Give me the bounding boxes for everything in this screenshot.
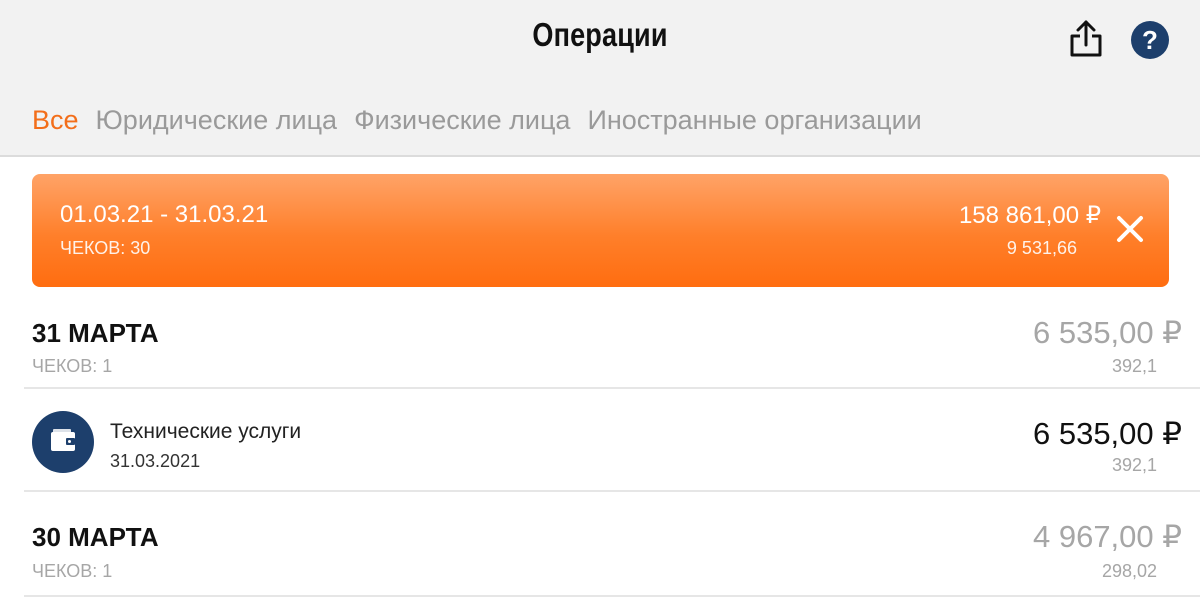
operation-date: 31.03.2021	[110, 451, 201, 471]
close-icon[interactable]	[1113, 212, 1147, 246]
period-receipt-count: ЧЕКОВ: 30	[60, 238, 151, 258]
day-total-sum: 4 967,00 ₽	[1032, 519, 1182, 554]
filter-tabs: Все Юридические лица Физические лица Ино…	[32, 105, 939, 141]
day-receipt-count: ЧЕКОВ: 1	[32, 356, 113, 376]
period-tax-sum: 9 531,66	[1006, 238, 1077, 258]
operation-tax-sum: 392,1	[1111, 455, 1157, 475]
help-icon[interactable]: ?	[1131, 21, 1169, 59]
day-total-sum: 6 535,00 ₽	[1032, 315, 1182, 350]
operation-sum: 6 535,00 ₽	[1032, 416, 1182, 451]
page-title: Операции	[532, 16, 668, 53]
day-group-header[interactable]: 31 МАРТА ЧЕКОВ: 1 6 535,00 ₽ 392,1	[32, 310, 1182, 388]
day-group-header[interactable]: 30 МАРТА ЧЕКОВ: 1 4 967,00 ₽ 298,02	[32, 513, 1182, 591]
period-dates: 01.03.21 - 31.03.21	[60, 201, 269, 228]
day-tax-sum: 392,1	[1111, 356, 1157, 376]
help-glyph: ?	[1142, 25, 1158, 55]
divider	[24, 595, 1200, 597]
tab-individuals[interactable]: Физические лица	[354, 105, 570, 141]
divider	[24, 490, 1200, 492]
day-tax-sum: 298,02	[1101, 561, 1157, 581]
day-receipt-count: ЧЕКОВ: 1	[32, 561, 113, 581]
period-summary-banner[interactable]: 01.03.21 - 31.03.21 ЧЕКОВ: 30 158 861,00…	[32, 174, 1169, 287]
operation-name: Технические услуги	[110, 420, 302, 443]
top-bar: Операции ? Все Юридические лица Физическ…	[0, 0, 1200, 157]
operation-item[interactable]: Технические услуги 31.03.2021 6 535,00 ₽…	[32, 389, 1182, 491]
tab-foreign-organizations[interactable]: Иностранные организации	[587, 105, 921, 141]
day-title: 30 МАРТА	[32, 522, 159, 552]
share-icon[interactable]	[1066, 18, 1106, 60]
wallet-icon	[32, 411, 94, 473]
period-total-sum: 158 861,00 ₽	[958, 202, 1101, 229]
day-title: 31 МАРТА	[32, 318, 159, 348]
tab-all[interactable]: Все	[32, 105, 79, 141]
tab-legal-entities[interactable]: Юридические лица	[96, 105, 338, 141]
